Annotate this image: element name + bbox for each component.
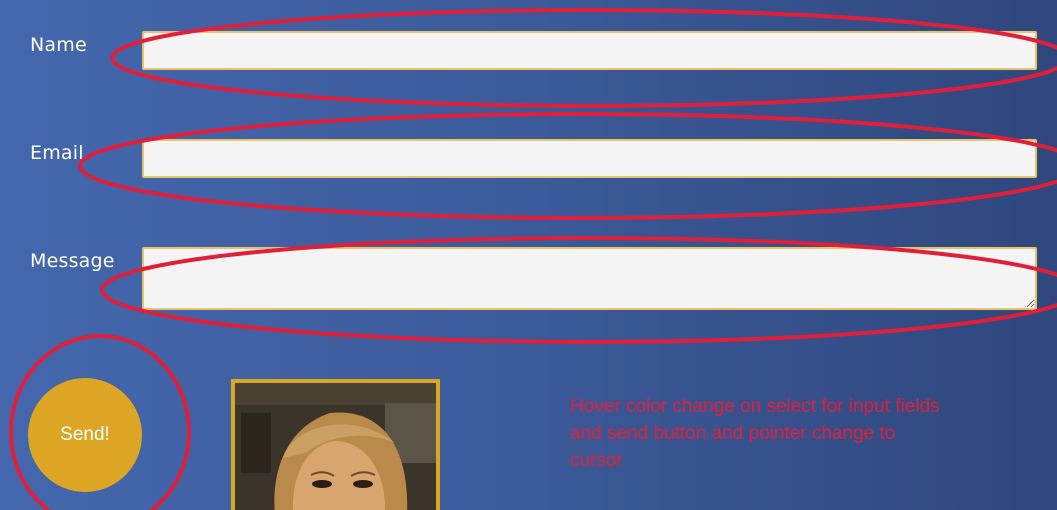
name-label: Name [30, 34, 87, 56]
name-input[interactable] [142, 31, 1037, 70]
email-label: Email [30, 142, 84, 164]
message-label: Message [30, 250, 115, 272]
send-button[interactable]: Send! [28, 378, 142, 492]
email-input[interactable] [142, 139, 1037, 178]
annotation-note: Hover color change on select for input f… [570, 396, 940, 471]
profile-photo [231, 379, 440, 510]
message-textarea[interactable] [142, 247, 1037, 310]
